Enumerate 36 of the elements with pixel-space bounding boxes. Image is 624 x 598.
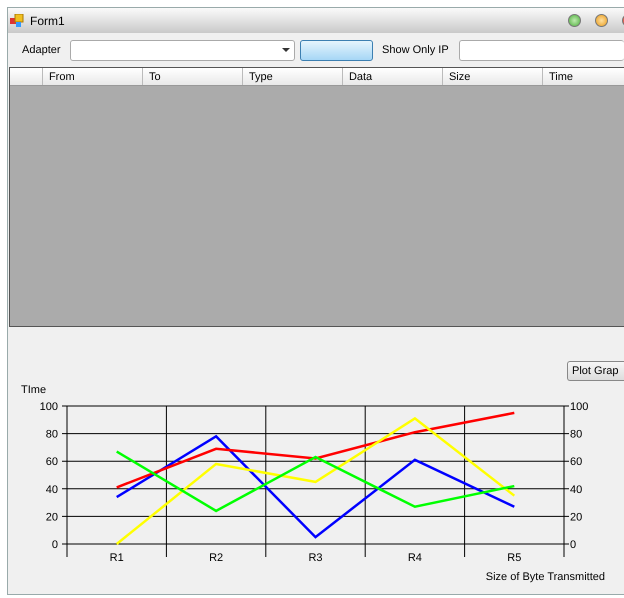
- y-tick-label: 80: [570, 428, 582, 441]
- adapter-dropdown[interactable]: [70, 40, 296, 60]
- y-tick-label: 40: [46, 484, 58, 496]
- plot-graph-button[interactable]: Plot Grap: [567, 361, 624, 381]
- y-tick-label: 40: [570, 484, 582, 496]
- adapter-label: Adapter: [22, 42, 61, 58]
- column-header[interactable]: Data: [342, 68, 443, 85]
- app-icon: [10, 14, 24, 28]
- column-header[interactable]: To: [142, 68, 243, 85]
- y-tick-label: 80: [46, 428, 58, 441]
- y-tick-label: 100: [570, 401, 588, 413]
- y-tick-label: 20: [570, 511, 582, 524]
- x-axis-title: Size of Byte Transmitted: [486, 571, 605, 583]
- y-tick-label: 60: [46, 456, 58, 468]
- x-tick-label: R5: [507, 552, 522, 564]
- maximize-button[interactable]: [568, 14, 581, 27]
- y-tick-label: 100: [40, 401, 58, 413]
- minimize-button[interactable]: [595, 14, 608, 27]
- blank-button[interactable]: [300, 40, 374, 60]
- y-tick-label: 20: [46, 511, 58, 524]
- ip-field[interactable]: [458, 40, 624, 60]
- caret-icon: [282, 48, 290, 52]
- column-header[interactable]: Time: [542, 68, 624, 85]
- x-tick-label: R3: [308, 552, 323, 564]
- y-tick-label: 0: [570, 539, 576, 551]
- y-tick-label: 60: [570, 456, 582, 468]
- column-header[interactable]: From: [42, 68, 143, 85]
- show-only-ip-label: Show Only IP: [382, 42, 449, 58]
- x-tick-label: R4: [408, 552, 422, 564]
- column-header[interactable]: Type: [242, 68, 343, 85]
- window-title: Form1: [30, 12, 65, 30]
- y-axis-title: TIme: [21, 384, 46, 396]
- x-tick-label: R2: [209, 552, 224, 564]
- y-tick-label: 0: [52, 539, 58, 551]
- column-header[interactable]: Size: [442, 68, 543, 85]
- x-tick-label: R1: [110, 552, 124, 564]
